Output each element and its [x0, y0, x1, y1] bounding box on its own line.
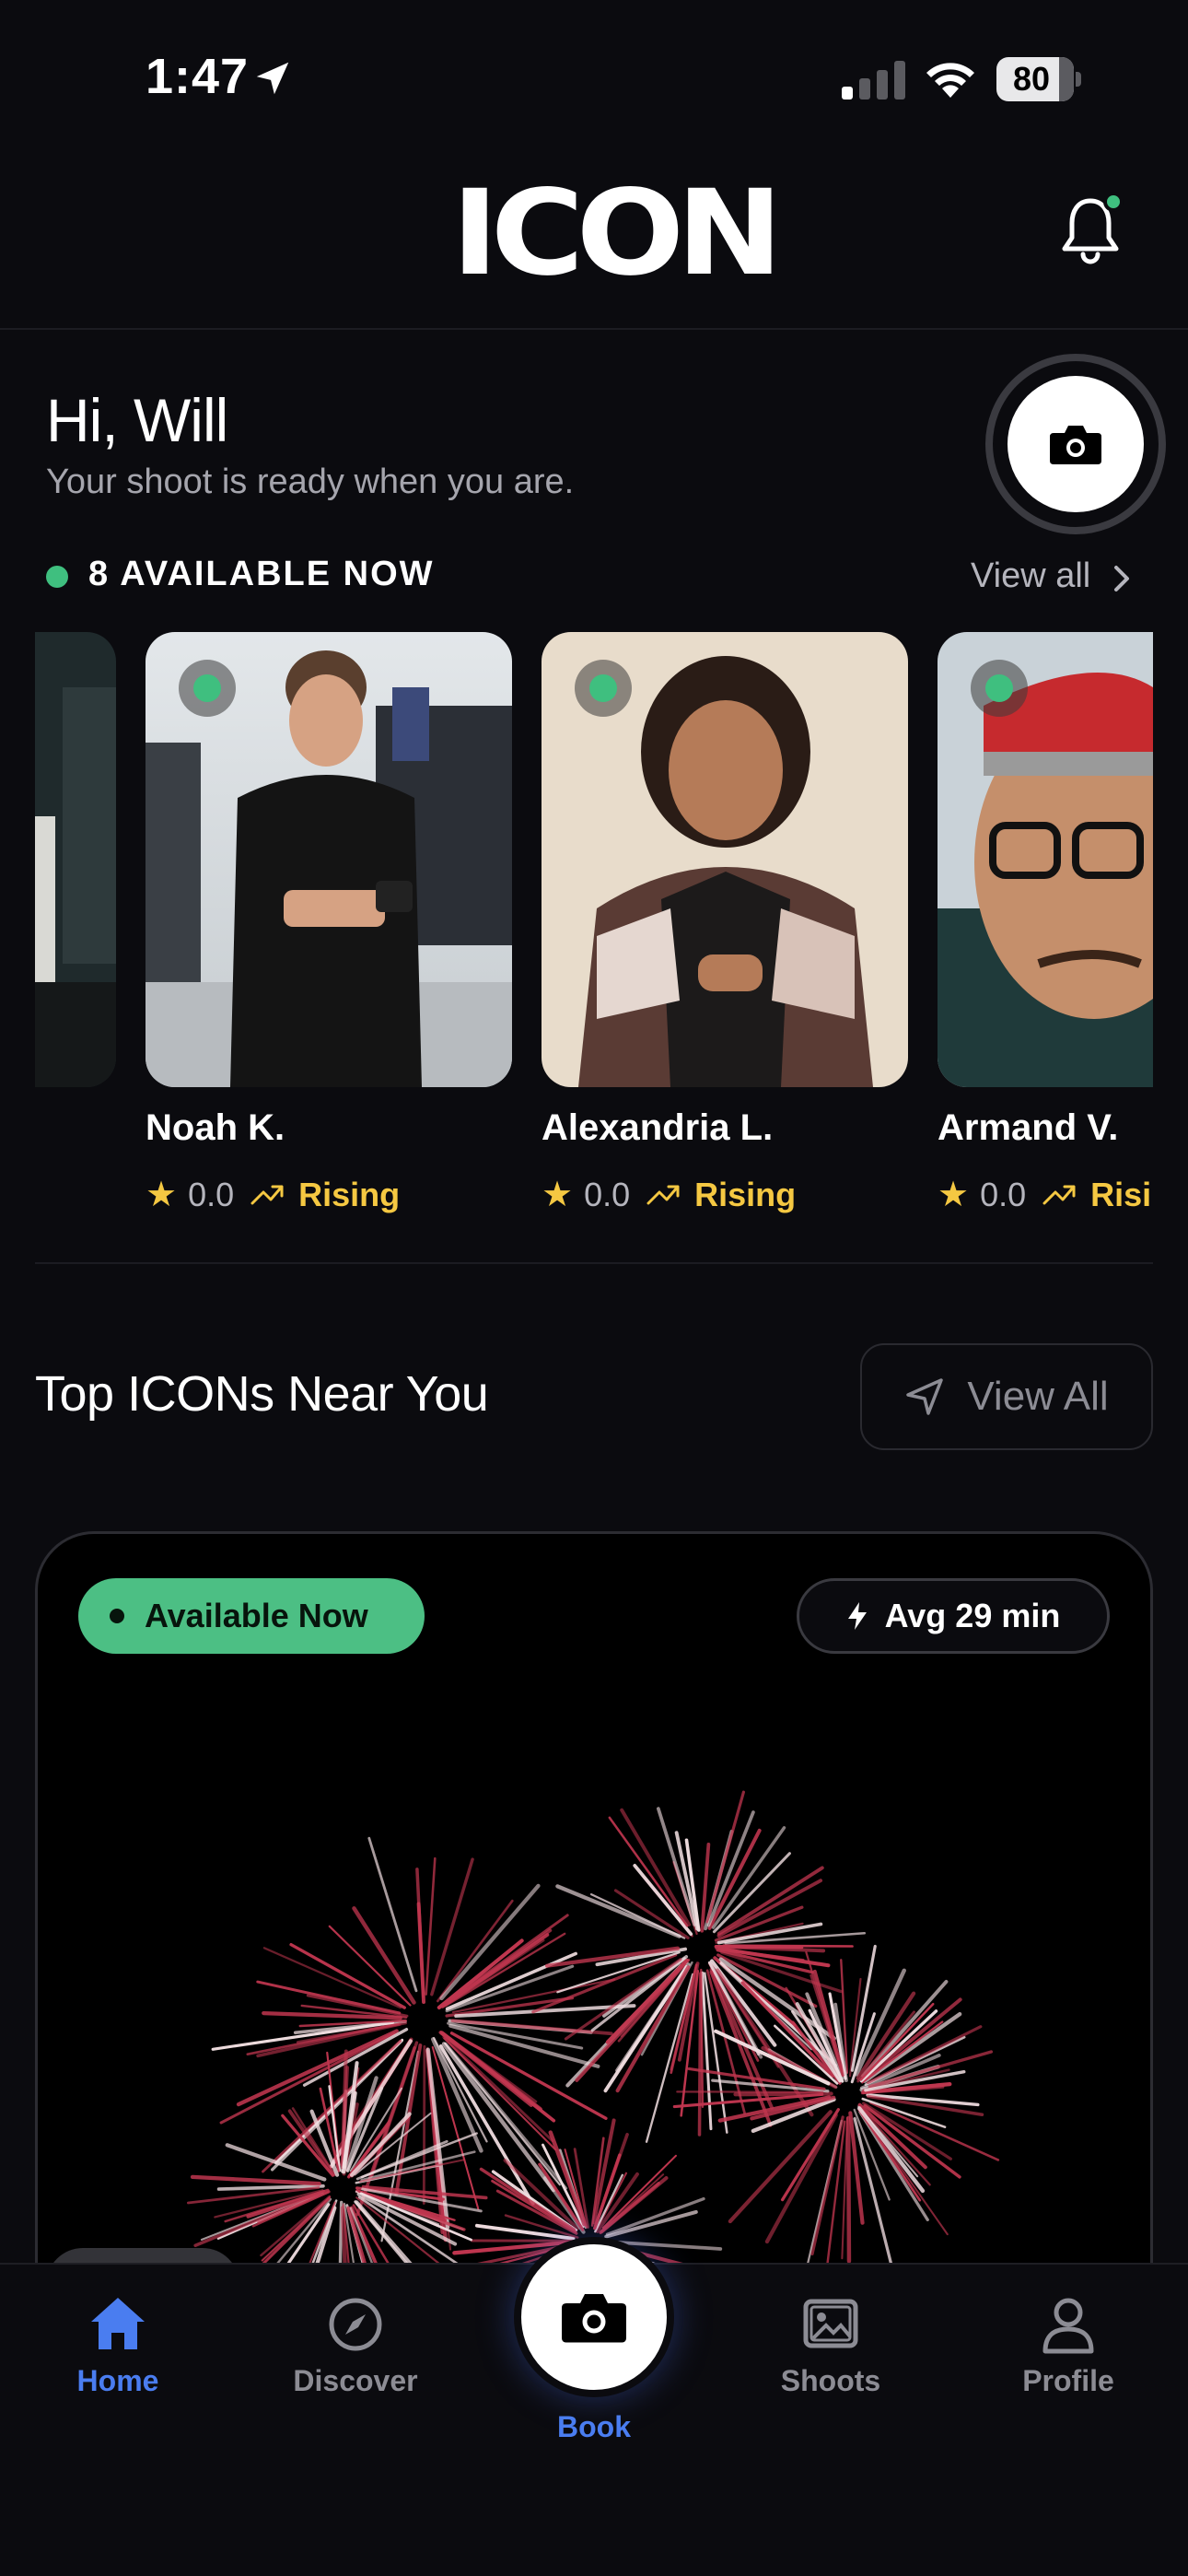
- available-count-label: 8 AVAILABLE NOW: [88, 555, 435, 593]
- photographer-status: Rising: [298, 1175, 401, 1213]
- photographer-meta: ★ 0.0 Rising: [542, 1174, 796, 1215]
- tab-home[interactable]: Home: [17, 2292, 219, 2412]
- book-label: Book: [557, 2410, 631, 2443]
- header-divider: [0, 328, 1188, 330]
- notifications-button[interactable]: [1057, 192, 1124, 267]
- tab-shoots[interactable]: Shoots: [729, 2292, 932, 2412]
- camera-icon: [562, 2294, 626, 2343]
- greeting-subtitle: Your shoot is ready when you are.: [46, 463, 575, 501]
- availability-label: Available Now: [145, 1597, 368, 1634]
- tab-label: Home: [76, 2364, 159, 2397]
- photographer-rating: 0.0: [584, 1175, 631, 1213]
- view-all-available-link[interactable]: View all: [971, 556, 1090, 596]
- camera-icon: [1050, 426, 1101, 464]
- photographer-name: Noah K.: [146, 1107, 285, 1148]
- photographer-photo: [938, 632, 1153, 1087]
- battery-indicator: 80: [996, 57, 1081, 101]
- online-status-indicator: [179, 660, 236, 717]
- status-bar: 1:47 80: [0, 0, 1188, 157]
- section-divider: [35, 1262, 1153, 1264]
- person-icon: [1042, 2298, 1094, 2354]
- battery-percent: 80: [1012, 60, 1051, 98]
- photographer-card[interactable]: [146, 632, 512, 1087]
- photographer-card[interactable]: [938, 632, 1153, 1087]
- view-all-nearby-button[interactable]: View All: [860, 1343, 1153, 1450]
- online-status-indicator: [971, 660, 1028, 717]
- star-icon: ★: [938, 1176, 970, 1214]
- avg-response-label: Avg 29 min: [884, 1597, 1061, 1634]
- online-status-indicator: [575, 660, 632, 717]
- photographer-status: Risi: [1090, 1175, 1152, 1213]
- quick-shoot-button[interactable]: [985, 354, 1166, 534]
- photographer-name: Armand V.: [938, 1107, 1119, 1148]
- location-arrow-icon: [256, 62, 289, 95]
- star-icon: ★: [542, 1176, 574, 1214]
- cellular-signal-icon: [842, 61, 905, 100]
- photos-icon: [803, 2299, 858, 2348]
- section-title: Top ICONs Near You: [35, 1366, 489, 1422]
- greeting-title: Hi, Will: [46, 386, 228, 454]
- chevron-right-icon: [1114, 566, 1129, 591]
- lightning-icon: [847, 1602, 867, 1630]
- tab-label: Shoots: [780, 2364, 881, 2397]
- navigation-arrow-icon: [906, 1378, 944, 1415]
- photographer-status: Rising: [694, 1175, 797, 1213]
- notification-dot: [1103, 192, 1124, 212]
- photographer-name: Alexandria L.: [542, 1107, 774, 1148]
- photographer-card-partial[interactable]: [35, 632, 116, 1087]
- app-logo: ICON: [451, 165, 783, 302]
- wifi-icon: [926, 63, 974, 98]
- photographer-rating: 0.0: [980, 1175, 1027, 1213]
- tab-label: Profile: [1022, 2364, 1114, 2397]
- availability-badge: Available Now: [78, 1578, 425, 1654]
- photographer-rating: 0.0: [188, 1175, 235, 1213]
- star-icon: ★: [146, 1176, 178, 1214]
- photographer-meta: ★ 0.0 Risi: [938, 1174, 1151, 1215]
- view-all-label: View All: [967, 1374, 1109, 1419]
- trending-up-icon: [250, 1185, 284, 1204]
- book-button[interactable]: [514, 2237, 674, 2397]
- trending-up-icon: [1042, 1185, 1076, 1204]
- photographer-card[interactable]: [542, 632, 908, 1087]
- home-icon: [91, 2298, 145, 2349]
- avg-response-badge: Avg 29 min: [797, 1578, 1110, 1654]
- status-time: 1:47: [146, 49, 250, 104]
- compass-icon: [329, 2298, 382, 2351]
- photographer-meta: ★ 0.0 Rising: [146, 1174, 400, 1215]
- photographer-photo: [35, 632, 116, 1087]
- available-indicator-dot: [46, 566, 68, 588]
- tab-discover[interactable]: Discover: [254, 2292, 457, 2412]
- tab-label: Discover: [293, 2364, 418, 2397]
- tab-profile[interactable]: Profile: [967, 2292, 1170, 2412]
- trending-up-icon: [646, 1185, 680, 1204]
